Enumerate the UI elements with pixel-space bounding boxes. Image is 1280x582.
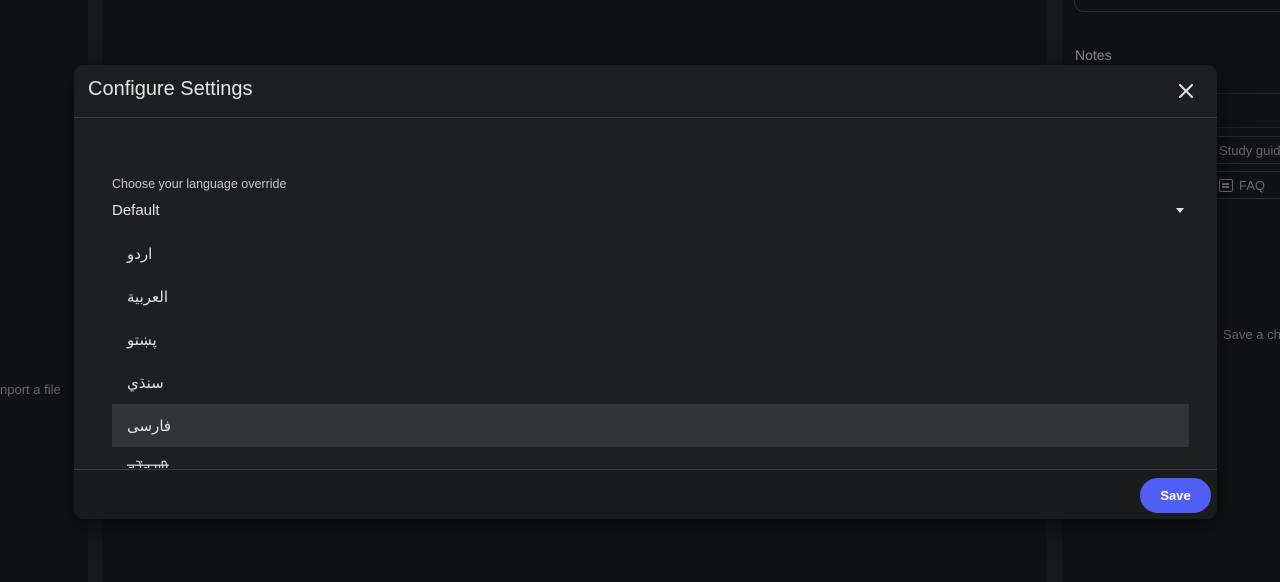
language-option-label: سنڌي — [127, 374, 164, 392]
language-option-label: العربية — [127, 288, 168, 306]
language-options-list: اردو العربية پښتو سنڌي فارسی कोंकणी — [112, 232, 1189, 468]
language-option[interactable]: اردو — [112, 232, 1189, 275]
dialog-title: Configure Settings — [88, 78, 253, 100]
language-option[interactable]: कोंकणी — [112, 447, 1189, 469]
dropdown-arrow-icon[interactable] — [1176, 208, 1184, 213]
close-button[interactable] — [1172, 77, 1200, 105]
save-button[interactable]: Save — [1140, 478, 1211, 513]
language-field-label: Choose your language override — [112, 177, 287, 191]
language-option-selected[interactable]: فارسی — [112, 404, 1189, 447]
dialog-header-divider — [74, 117, 1217, 118]
app-root: nport a file Notes Study guid FAQ Save a… — [0, 0, 1280, 582]
language-select[interactable]: Default — [112, 202, 160, 219]
configure-settings-dialog: Configure Settings Choose your language … — [74, 65, 1217, 519]
language-option[interactable]: العربية — [112, 275, 1189, 318]
close-icon — [1179, 84, 1193, 98]
language-option-label: پښتو — [127, 331, 157, 349]
dialog-footer — [74, 470, 1217, 519]
language-option-label: فارسی — [127, 417, 172, 435]
language-option-label: اردو — [127, 245, 153, 263]
language-option-label: कोंकणी — [127, 459, 169, 469]
language-option[interactable]: پښتو — [112, 318, 1189, 361]
language-option[interactable]: سنڌي — [112, 361, 1189, 404]
